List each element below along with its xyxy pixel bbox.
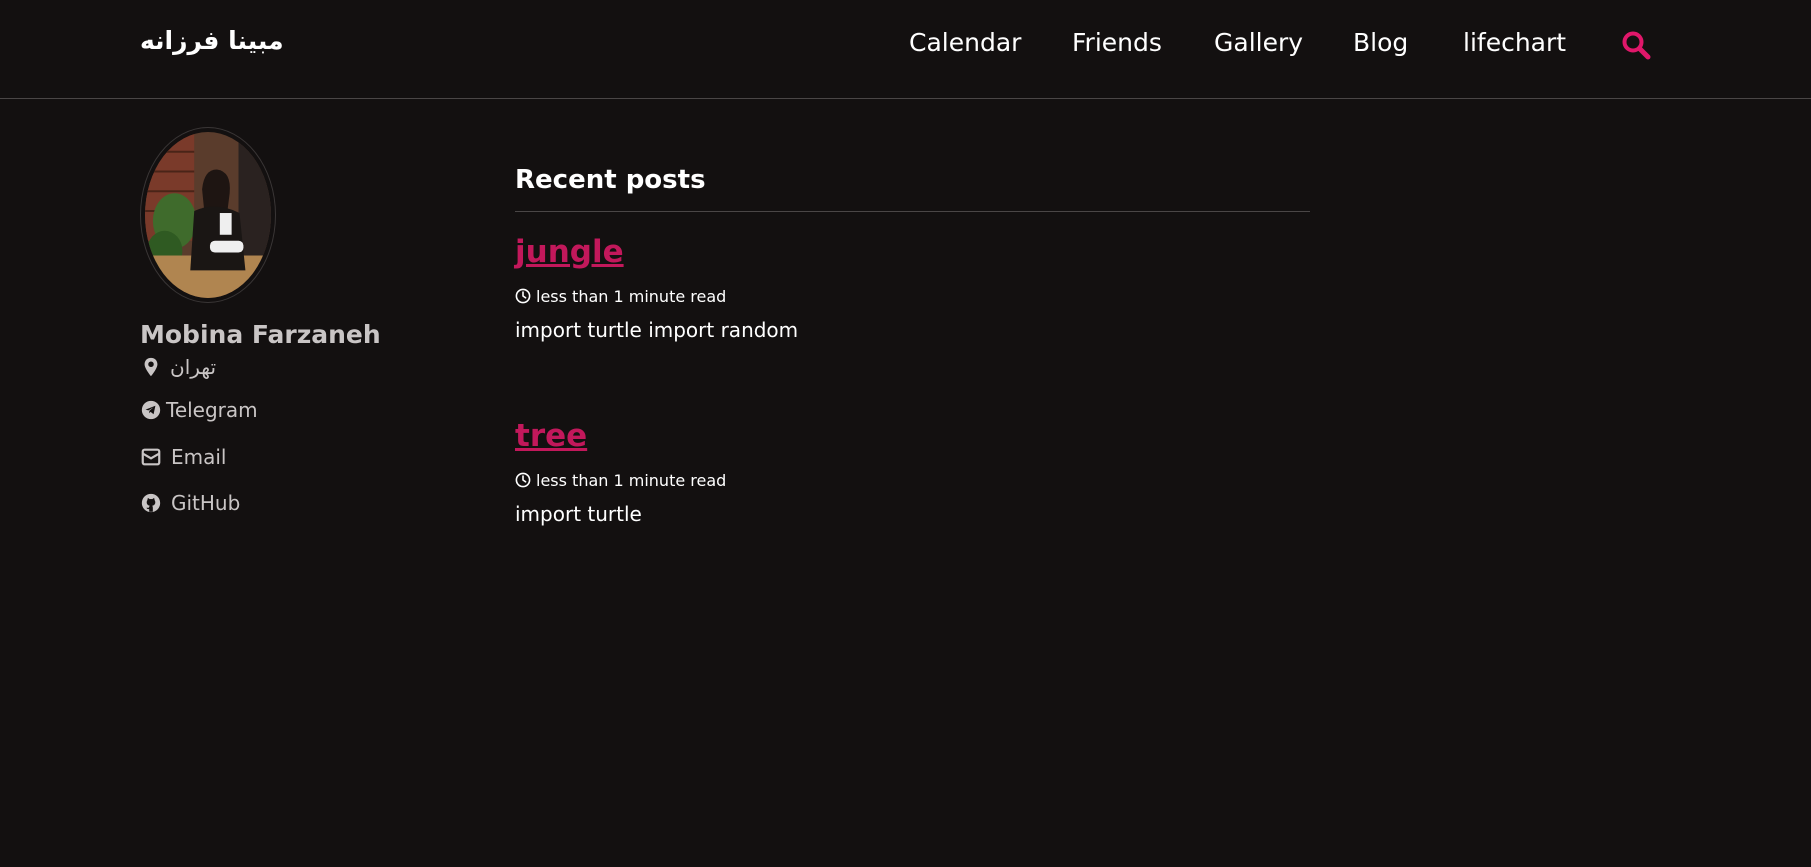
github-link[interactable]: GitHub	[171, 491, 240, 515]
nav-item-calendar[interactable]: Calendar	[909, 28, 1021, 57]
author-name: Mobina Farzaneh	[140, 320, 381, 349]
nav-item-lifechart[interactable]: lifechart	[1463, 28, 1566, 57]
author-avatar	[140, 127, 276, 303]
clock-icon	[515, 472, 531, 488]
map-marker-icon	[144, 357, 158, 377]
post-read-time: less than 1 minute read	[536, 286, 727, 306]
search-icon	[1622, 31, 1651, 60]
post-item: jungle less than 1 minute read import tu…	[515, 234, 1310, 342]
location-label: تهران	[170, 355, 217, 379]
nav-item-blog[interactable]: Blog	[1353, 28, 1408, 57]
author-location: تهران	[140, 354, 216, 380]
envelope-icon	[141, 448, 161, 466]
github-icon	[141, 493, 161, 513]
masthead: مبینا فرزانه Calendar Friends Gallery Bl…	[0, 0, 1811, 99]
main-content: Recent posts jungle less than 1 minute r…	[515, 165, 1310, 526]
telegram-link[interactable]: Telegram	[166, 398, 258, 422]
author-link-email[interactable]: Email	[140, 444, 227, 470]
post-item: tree less than 1 minute read import turt…	[515, 418, 1310, 526]
post-title-link[interactable]: jungle	[515, 234, 1310, 276]
post-meta: less than 1 minute read	[515, 470, 1310, 490]
nav-item-friends[interactable]: Friends	[1072, 28, 1162, 57]
post-excerpt: import turtle import random	[515, 318, 799, 342]
author-link-telegram[interactable]: Telegram	[140, 397, 258, 423]
recent-posts-heading: Recent posts	[515, 165, 1310, 212]
search-button[interactable]	[1620, 29, 1652, 61]
email-link[interactable]: Email	[171, 445, 227, 469]
nav-item-gallery[interactable]: Gallery	[1214, 28, 1303, 57]
author-link-github[interactable]: GitHub	[140, 490, 240, 516]
avatar-photo	[145, 132, 271, 298]
post-excerpt: import turtle	[515, 502, 642, 526]
post-read-time: less than 1 minute read	[536, 470, 727, 490]
clock-icon	[515, 288, 531, 304]
post-meta: less than 1 minute read	[515, 286, 1310, 306]
site-title[interactable]: مبینا فرزانه	[140, 26, 284, 55]
telegram-icon	[141, 400, 161, 420]
post-title-link[interactable]: tree	[515, 418, 1310, 460]
